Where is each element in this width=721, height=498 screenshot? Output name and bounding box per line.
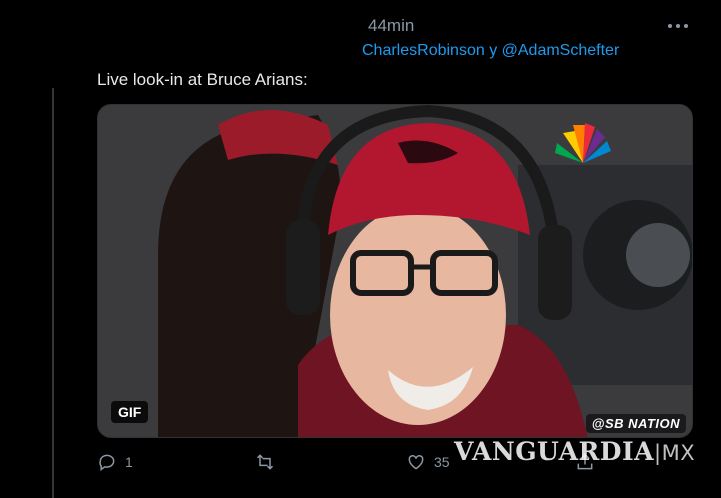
reply-to-separator: y: [489, 42, 498, 59]
tweet-timestamp[interactable]: 44min: [368, 16, 414, 36]
watermark-suffix: |MX: [654, 441, 696, 465]
reply-button[interactable]: 1: [97, 452, 133, 472]
retweet-button[interactable]: [255, 452, 283, 472]
reply-count: 1: [125, 454, 133, 470]
sbnation-watermark: @SB NATION: [585, 414, 686, 433]
thread-line: [52, 88, 54, 498]
like-button[interactable]: 35: [406, 452, 450, 472]
reply-to-line: CharlesRobinson y @AdamSchefter: [362, 42, 619, 60]
retweet-icon: [256, 454, 274, 470]
watermark-brand: VANGUARDIA: [454, 437, 655, 466]
tweet-media-gif[interactable]: GIF @SB NATION: [97, 104, 693, 438]
gif-badge: GIF: [111, 401, 149, 423]
heart-icon: [408, 454, 424, 470]
reply-to-user-2[interactable]: @AdamSchefter: [502, 42, 620, 59]
gif-frame: [98, 105, 692, 437]
reply-to-user-1[interactable]: CharlesRobinson: [362, 42, 485, 59]
more-options-icon[interactable]: [664, 20, 692, 32]
vanguardia-watermark: VANGUARDIA|MX: [454, 437, 695, 466]
tweet-text: Live look-in at Bruce Arians:: [97, 70, 308, 89]
reply-icon: [99, 454, 115, 471]
like-count: 35: [434, 454, 450, 470]
